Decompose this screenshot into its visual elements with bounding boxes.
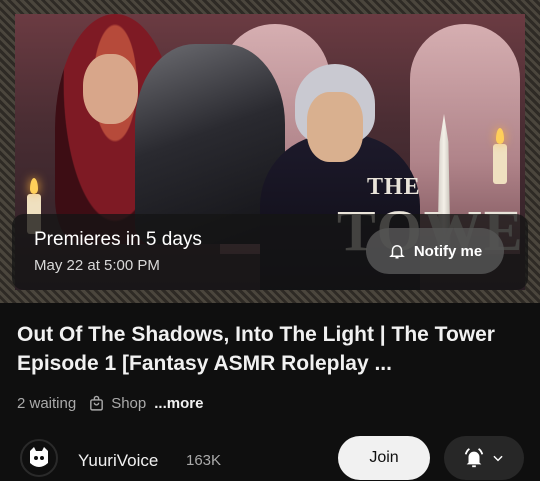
subscription-notification-button[interactable] xyxy=(444,436,524,480)
waiting-count: 2 waiting xyxy=(17,394,77,412)
notify-me-label: Notify me xyxy=(413,242,483,260)
shop-link[interactable]: Shop xyxy=(88,395,146,412)
channel-row: YuuriVoice 163K Join xyxy=(0,435,540,481)
bell-filled-icon xyxy=(464,448,484,468)
premiere-countdown: Premieres in 5 days xyxy=(34,229,202,250)
shop-label: Shop xyxy=(111,394,147,412)
red-haired-character-face xyxy=(83,54,138,124)
video-thumbnail[interactable]: THE TOWER Premieres in 5 days May 22 at … xyxy=(0,0,540,303)
shopping-bag-icon xyxy=(90,395,104,411)
video-title[interactable]: Out Of The Shadows, Into The Light | The… xyxy=(17,320,527,378)
ghost-logo-icon xyxy=(30,447,48,467)
channel-avatar[interactable] xyxy=(20,439,58,477)
bell-outline-icon xyxy=(389,245,405,259)
premiere-date: May 22 at 5:00 PM xyxy=(34,257,160,274)
more-link[interactable]: ...more xyxy=(154,395,203,412)
video-meta-row: 2 waiting Shop ...more xyxy=(17,393,203,413)
chevron-down-icon xyxy=(493,455,503,462)
subscriber-count: 163K xyxy=(186,452,222,469)
premiere-overlay: Premieres in 5 days May 22 at 5:00 PM No… xyxy=(12,214,528,290)
channel-name[interactable]: YuuriVoice xyxy=(78,451,158,471)
join-button[interactable]: Join xyxy=(338,436,430,480)
notify-me-button[interactable]: Notify me xyxy=(366,228,504,274)
grey-haired-character-face xyxy=(307,92,363,162)
